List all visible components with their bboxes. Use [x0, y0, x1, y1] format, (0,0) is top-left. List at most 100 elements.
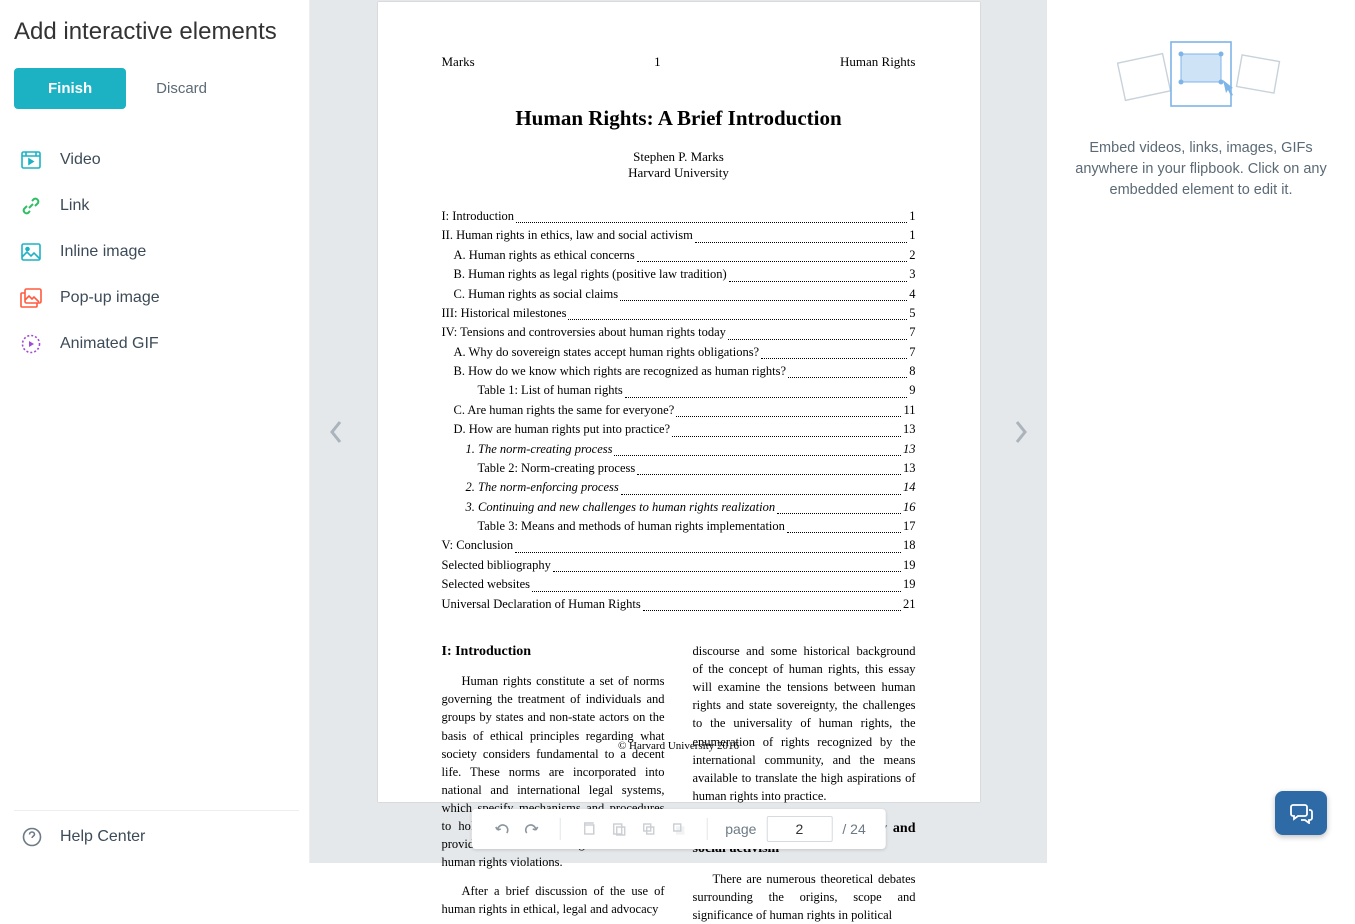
- popup-image-icon: [20, 287, 42, 309]
- toc-entry-label: 2. The norm-enforcing process: [466, 478, 619, 497]
- menu-popup-image[interactable]: Pop-up image: [14, 275, 299, 321]
- next-page-button[interactable]: [1007, 408, 1035, 456]
- right-panel: Embed videos, links, images, GIFs anywhe…: [1047, 0, 1355, 863]
- toc-entry-page: 8: [909, 362, 915, 381]
- toc-entry-label: Table 2: Norm-creating process: [478, 459, 636, 478]
- toc-leader-dots: [728, 323, 907, 339]
- toc-leader-dots: [787, 517, 901, 533]
- page-total: / 24: [842, 821, 865, 837]
- toc-row: C. Human rights as social claims4: [442, 285, 916, 304]
- help-text: Embed videos, links, images, GIFs anywhe…: [1071, 138, 1331, 201]
- body-paragraph: There are numerous theoretical debates s…: [693, 870, 916, 924]
- section-heading: I: Introduction: [442, 642, 665, 662]
- toc-entry-label: I: Introduction: [442, 207, 515, 226]
- toc-entry-page: 19: [903, 575, 916, 594]
- document-page[interactable]: Marks 1 Human Rights Human Rights: A Bri…: [378, 2, 980, 802]
- body-paragraph: After a brief discussion of the use of h…: [442, 882, 665, 918]
- finish-button[interactable]: Finish: [14, 68, 126, 109]
- gif-icon: [20, 333, 42, 355]
- toc-entry-label: Table 3: Means and methods of human righ…: [478, 517, 785, 536]
- toc-entry-page: 1: [909, 207, 915, 226]
- toc-entry-label: Universal Declaration of Human Rights: [442, 595, 641, 614]
- toc-row: A. Why do sovereign states accept human …: [442, 343, 916, 362]
- toc-row: C. Are human rights the same for everyon…: [442, 401, 916, 420]
- undo-button[interactable]: [489, 817, 513, 841]
- toc-entry-label: 1. The norm-creating process: [466, 440, 613, 459]
- toc-leader-dots: [532, 575, 901, 591]
- toc-leader-dots: [777, 498, 901, 514]
- discard-button[interactable]: Discard: [144, 70, 219, 107]
- toc-leader-dots: [761, 343, 907, 359]
- page-running-header: Marks 1 Human Rights: [442, 54, 916, 70]
- menu-animated-gif[interactable]: Animated GIF: [14, 321, 299, 367]
- chat-button[interactable]: [1275, 791, 1327, 835]
- toc-entry-label: Table 1: List of human rights: [478, 381, 623, 400]
- toc-entry-page: 19: [903, 556, 916, 575]
- body-paragraph: discourse and some historical background…: [693, 642, 916, 805]
- toc-entry-label: Selected websites: [442, 575, 531, 594]
- header-center: 1: [654, 54, 661, 70]
- toc-entry-label: IV: Tensions and controversies about hum…: [442, 323, 726, 342]
- copy-button[interactable]: [576, 817, 600, 841]
- menu-label: Link: [60, 197, 89, 215]
- help-center-link[interactable]: Help Center: [14, 810, 299, 863]
- toc-row: Selected bibliography19: [442, 556, 916, 575]
- toc-entry-label: A. Why do sovereign states accept human …: [454, 343, 760, 362]
- toc-row: Table 2: Norm-creating process 13: [442, 459, 916, 478]
- header-left: Marks: [442, 54, 475, 70]
- toc-entry-page: 13: [903, 420, 916, 439]
- toc-entry-label: B. How do we know which rights are recog…: [454, 362, 787, 381]
- column-left: I: Introduction Human rights constitute …: [442, 642, 665, 924]
- toc-leader-dots: [568, 304, 907, 320]
- body-columns: I: Introduction Human rights constitute …: [442, 642, 916, 924]
- delete-button[interactable]: [666, 817, 690, 841]
- toc-row: I: Introduction 1: [442, 207, 916, 226]
- left-panel: Add interactive elements Finish Discard …: [0, 0, 310, 863]
- toc-entry-page: 13: [903, 459, 916, 478]
- toc-entry-page: 3: [909, 265, 915, 284]
- element-menu: Video Link Inline image Pop-up image Ani…: [14, 137, 299, 367]
- column-right: discourse and some historical background…: [693, 642, 916, 924]
- prev-page-button[interactable]: [322, 408, 350, 456]
- duplicate-button[interactable]: [636, 817, 660, 841]
- question-icon: [22, 827, 42, 847]
- menu-link[interactable]: Link: [14, 183, 299, 229]
- toc-entry-label: A. Human rights as ethical concerns: [454, 246, 635, 265]
- toc-entry-label: II. Human rights in ethics, law and soci…: [442, 226, 693, 245]
- toc-leader-dots: [620, 285, 907, 301]
- toc-entry-label: V: Conclusion: [442, 536, 514, 555]
- menu-label: Inline image: [60, 243, 146, 261]
- document-author: Stephen P. Marks: [442, 149, 916, 165]
- toc-leader-dots: [516, 207, 907, 223]
- redo-button[interactable]: [519, 817, 543, 841]
- toc-entry-label: III: Historical milestones: [442, 304, 567, 323]
- action-buttons: Finish Discard: [14, 68, 299, 109]
- toc-leader-dots: [695, 226, 907, 242]
- toc-row: 2. The norm-enforcing process14: [442, 478, 916, 497]
- menu-inline-image[interactable]: Inline image: [14, 229, 299, 275]
- paste-button[interactable]: [606, 817, 630, 841]
- document-affiliation: Harvard University: [442, 165, 916, 181]
- page-number-input[interactable]: [766, 816, 832, 842]
- toc-leader-dots: [621, 478, 901, 494]
- page-toolbar: page / 24: [471, 809, 886, 849]
- menu-label: Animated GIF: [60, 335, 159, 353]
- menu-video[interactable]: Video: [14, 137, 299, 183]
- video-icon: [20, 149, 42, 171]
- toc-entry-page: 5: [909, 304, 915, 323]
- toc-row: IV: Tensions and controversies about hum…: [442, 323, 916, 342]
- toc-leader-dots: [614, 440, 901, 456]
- toc-leader-dots: [729, 265, 908, 281]
- toc-entry-page: 18: [903, 536, 916, 555]
- toc-row: Universal Declaration of Human Rights21: [442, 595, 916, 614]
- toc-entry-page: 17: [903, 517, 916, 536]
- toc-entry-label: 3. Continuing and new challenges to huma…: [466, 498, 776, 517]
- toc-row: 1. The norm-creating process 13: [442, 440, 916, 459]
- menu-label: Pop-up image: [60, 289, 160, 307]
- toc-leader-dots: [643, 595, 901, 611]
- toc-entry-page: 13: [903, 440, 916, 459]
- copyright-line: © Harvard University 2016: [378, 740, 980, 752]
- toc-entry-label: B. Human rights as legal rights (positiv…: [454, 265, 727, 284]
- table-of-contents: I: Introduction 1 II. Human rights in ethi…: [442, 207, 916, 614]
- page-label: page: [725, 821, 756, 837]
